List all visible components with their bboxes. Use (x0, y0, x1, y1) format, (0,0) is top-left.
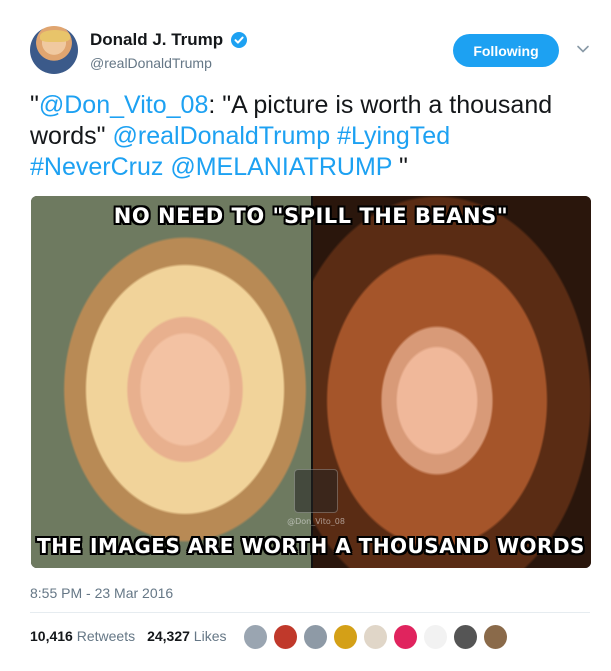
user-name-block[interactable]: Donald J. Trump @realDonaldTrump (90, 30, 247, 71)
hashtag-link[interactable]: #LyingTed (337, 122, 450, 150)
mention-link[interactable]: @realDonaldTrump (113, 122, 331, 150)
watermark: @Don_Vito_08 (281, 456, 351, 526)
media-caption-bottom: THE IMAGES ARE WORTH A THOUSAND WORDS (37, 534, 585, 558)
user-handle[interactable]: @realDonaldTrump (90, 55, 247, 71)
liker-avatar[interactable] (243, 624, 268, 650)
verified-icon (230, 32, 247, 48)
chevron-down-icon[interactable] (576, 42, 590, 56)
liker-avatar[interactable] (363, 624, 388, 650)
watermark-logo (294, 469, 338, 513)
mention-link[interactable]: @Don_Vito_08 (39, 91, 208, 119)
tweet-text-segment: " (392, 153, 408, 181)
watermark-label: @Don_Vito_08 (287, 517, 345, 526)
mention-link[interactable]: @MELANIATRUMP (170, 153, 392, 181)
liker-avatar[interactable] (483, 624, 508, 650)
retweets-count: 10,416 (30, 628, 73, 644)
media-caption-top: NO NEED TO "SPILL THE BEANS" (113, 204, 509, 228)
display-name[interactable]: Donald J. Trump (90, 30, 223, 50)
divider (30, 612, 590, 613)
liker-avatar[interactable] (423, 624, 448, 650)
retweets-label: Retweets (76, 628, 136, 644)
tweet-text: "@Don_Vito_08: "A picture is worth a tho… (30, 90, 590, 183)
liker-avatar[interactable] (273, 624, 298, 650)
likers-avatars (243, 623, 513, 651)
liker-avatar[interactable] (453, 624, 478, 650)
avatar[interactable] (30, 26, 78, 74)
tweet-header: Donald J. Trump @realDonaldTrump Followi… (30, 24, 590, 78)
liker-avatar[interactable] (333, 624, 358, 650)
liker-avatar[interactable] (303, 624, 328, 650)
following-button[interactable]: Following (453, 34, 559, 67)
tweet-text-segment: " (30, 91, 39, 119)
media-right-photo (311, 196, 591, 568)
tweet-stats: 10,416 Retweets 24,327 Likes (30, 628, 238, 644)
liker-avatar[interactable] (393, 624, 418, 650)
tweet-timestamp[interactable]: 8:55 PM - 23 Mar 2016 (30, 585, 173, 601)
hashtag-link[interactable]: #NeverCruz (30, 153, 163, 181)
retweets-stat[interactable]: 10,416 Retweets (30, 628, 135, 644)
likes-stat[interactable]: 24,327 Likes (147, 628, 226, 644)
likes-count: 24,327 (147, 628, 190, 644)
likes-label: Likes (193, 628, 227, 644)
media-left-photo (31, 196, 311, 568)
tweet-media-image[interactable]: NO NEED TO "SPILL THE BEANS" @Don_Vito_0… (31, 196, 591, 568)
